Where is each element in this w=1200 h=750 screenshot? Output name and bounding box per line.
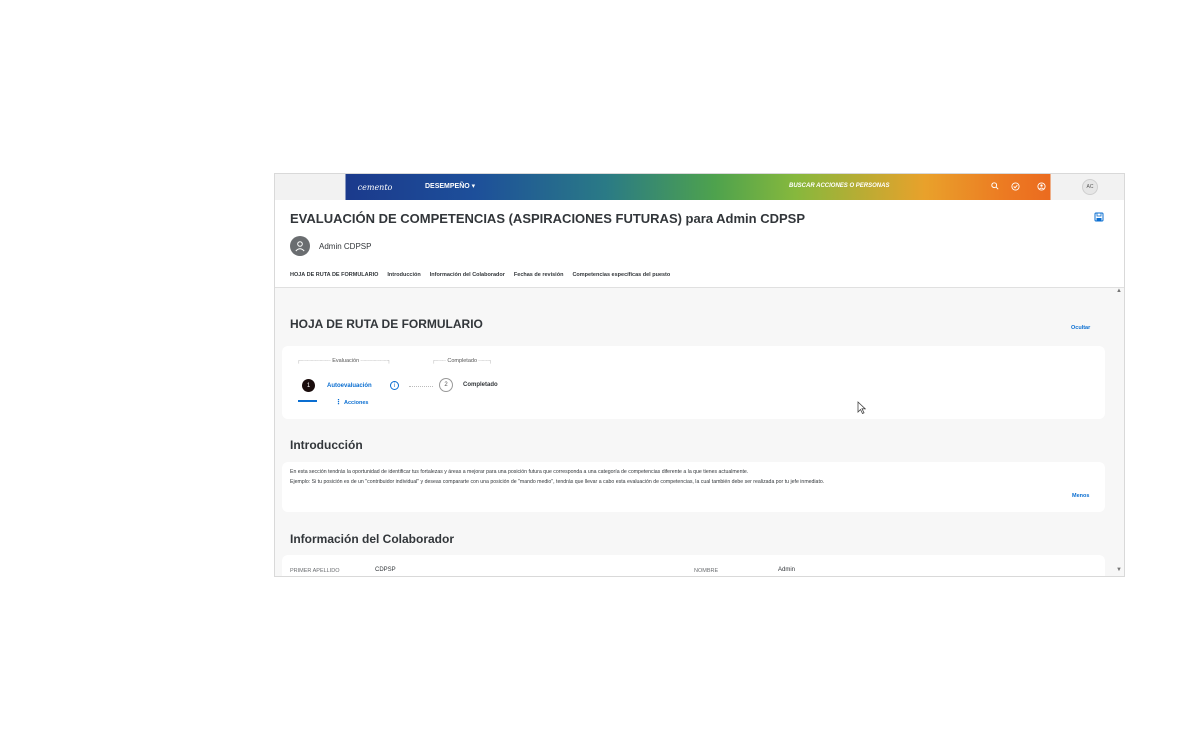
less-link[interactable]: Menos: [1072, 493, 1089, 499]
intro-line-1: En esta sección tendrás la oportunidad d…: [290, 469, 749, 475]
nav-review-dates[interactable]: Fechas de revisión: [514, 272, 564, 278]
person-icon: [295, 241, 305, 252]
nav-collaborator-info[interactable]: Información del Colaborador: [430, 272, 505, 278]
mouse-pointer-icon: [857, 401, 867, 415]
app-window: cemento DESEMPEÑO ▾ BUSCAR ACCIONES O PE…: [274, 173, 1125, 577]
intro-line-2: Ejemplo: Si tu posición es de un "contri…: [290, 479, 825, 485]
user-name: Admin CDPSP: [319, 242, 372, 251]
nav-job-competencies[interactable]: Competencias específicas del puesto: [572, 272, 670, 278]
search-input[interactable]: BUSCAR ACCIONES O PERSONAS: [789, 183, 889, 189]
phase-completed: ┌┈┈┈ Completado ┈┈┈┐: [432, 358, 493, 364]
field-label-first-name: NOMBRE: [694, 568, 719, 574]
top-bar: cemento DESEMPEÑO ▾ BUSCAR ACCIONES O PE…: [275, 174, 1124, 200]
roadmap-card: ┌┈┈┈┈┈┈┈┈┈ Evaluación ┈┈┈┈┈┈┈┈┐ ┌┈┈┈ Com…: [282, 346, 1105, 419]
search-icon[interactable]: [989, 180, 1001, 192]
user-avatar-initials[interactable]: AC: [1082, 179, 1098, 195]
phase-label: Completado: [447, 358, 478, 364]
intro-title: Introducción: [290, 438, 363, 452]
nav-introduction[interactable]: Introducción: [387, 272, 420, 278]
phase-label: Evaluación: [332, 358, 360, 364]
scroll-up-arrow[interactable]: ▲: [1116, 288, 1122, 294]
intro-card: En esta sección tendrás la oportunidad d…: [282, 462, 1105, 512]
field-value-first-name: Admin: [778, 567, 796, 573]
scroll-down-arrow[interactable]: ▼: [1116, 567, 1122, 573]
step-connector: [409, 386, 433, 387]
brand-logo[interactable]: cemento: [345, 174, 405, 200]
hide-link[interactable]: Ocultar: [1071, 325, 1090, 331]
collaborator-title: Información del Colaborador: [290, 532, 455, 546]
nav-roadmap[interactable]: HOJA DE RUTA DE FORMULARIO: [290, 272, 378, 278]
page-header: EVALUACIÓN DE COMPETENCIAS (ASPIRACIONES…: [275, 200, 1124, 288]
step-2-indicator[interactable]: 2: [439, 378, 453, 392]
field-value-last-name: CDPSP: [375, 567, 396, 573]
collaborator-card: PRIMER APELLIDO CDPSP NOMBRE Admin: [282, 555, 1105, 576]
save-icon[interactable]: [1094, 209, 1104, 222]
module-menu[interactable]: DESEMPEÑO ▾: [425, 182, 475, 190]
roadmap-title: HOJA DE RUTA DE FORMULARIO: [290, 317, 483, 331]
section-nav: HOJA DE RUTA DE FORMULARIO Introducción …: [290, 272, 670, 278]
step-2-label[interactable]: Completado: [463, 382, 498, 388]
avatar: [290, 236, 310, 256]
active-step-underline: [298, 400, 317, 402]
step-1-label[interactable]: Autoevaluación: [327, 383, 372, 389]
step-1-indicator[interactable]: 1: [302, 379, 315, 392]
check-circle-icon[interactable]: [1009, 180, 1021, 192]
phase-evaluation: ┌┈┈┈┈┈┈┈┈┈ Evaluación ┈┈┈┈┈┈┈┈┐: [297, 358, 392, 364]
page-title: EVALUACIÓN DE COMPETENCIAS (ASPIRACIONES…: [290, 211, 805, 226]
notification-icon[interactable]: [1035, 180, 1047, 192]
field-label-last-name: PRIMER APELLIDO: [290, 568, 340, 574]
info-icon[interactable]: i: [390, 381, 399, 390]
more-vertical-icon[interactable]: ⋮: [335, 398, 342, 406]
actions-button[interactable]: Acciones: [344, 400, 368, 406]
